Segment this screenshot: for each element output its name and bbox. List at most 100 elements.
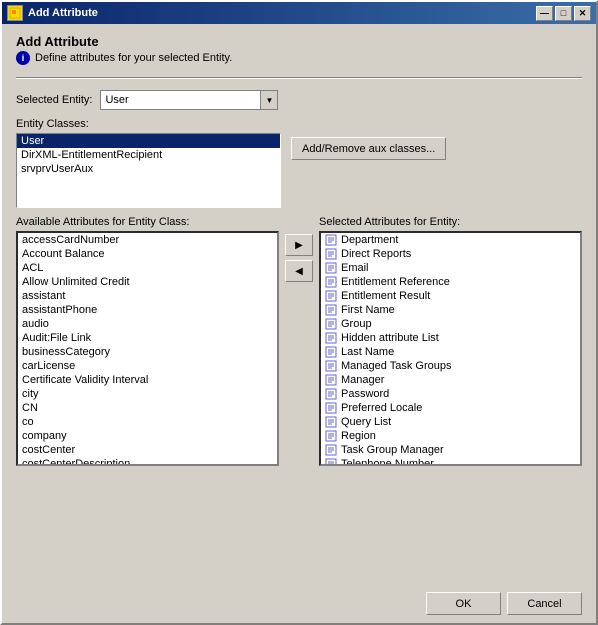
entity-select-container: ▼ [100, 90, 278, 110]
ok-button[interactable]: OK [426, 592, 501, 615]
entity-classes-section: Entity Classes: UserDirXML-EntitlementRe… [16, 118, 582, 208]
maximize-button[interactable]: □ [555, 6, 572, 21]
available-attribute-item[interactable]: businessCategory [18, 345, 277, 359]
attribute-icon [325, 318, 337, 330]
selected-attribute-label: Manager [341, 374, 384, 386]
available-attribute-item[interactable]: co [18, 415, 277, 429]
selected-attribute-item[interactable]: Password [321, 387, 580, 401]
description-text: Define attributes for your selected Enti… [35, 52, 232, 64]
selected-attribute-item[interactable]: Manager [321, 373, 580, 387]
selected-attribute-item[interactable]: Group [321, 317, 580, 331]
selected-attribute-item[interactable]: Managed Task Groups [321, 359, 580, 373]
selected-attribute-label: Task Group Manager [341, 444, 444, 456]
entity-class-item[interactable]: User [17, 134, 280, 148]
available-attribute-item[interactable]: Allow Unlimited Credit [18, 275, 277, 289]
selected-list-label: Selected Attributes for Entity: [319, 216, 582, 228]
lists-container: Available Attributes for Entity Class: a… [16, 216, 582, 574]
minimize-button[interactable]: — [536, 6, 553, 21]
title-bar-buttons: — □ ✕ [536, 6, 591, 21]
available-list[interactable]: accessCardNumberAccount BalanceACLAllow … [16, 231, 279, 466]
add-attribute-dialog: Add Attribute — □ ✕ Add Attribute i Defi… [0, 0, 598, 625]
selected-attribute-label: Entitlement Result [341, 290, 430, 302]
attribute-icon [325, 276, 337, 288]
selected-attribute-item[interactable]: Hidden attribute List [321, 331, 580, 345]
available-attribute-item[interactable]: company [18, 429, 277, 443]
move-right-button[interactable]: ▶ [285, 234, 313, 256]
selected-attribute-label: Password [341, 388, 389, 400]
selected-attribute-item[interactable]: Query List [321, 415, 580, 429]
selected-attribute-label: Preferred Locale [341, 402, 422, 414]
attribute-icon [325, 234, 337, 246]
selected-attribute-item[interactable]: Last Name [321, 345, 580, 359]
title-bar-left: Add Attribute [7, 5, 98, 21]
attribute-icon [325, 332, 337, 344]
available-attribute-item[interactable]: Certificate Validity Interval [18, 373, 277, 387]
attribute-icon [325, 304, 337, 316]
selected-attribute-item[interactable]: First Name [321, 303, 580, 317]
selected-attribute-label: First Name [341, 304, 395, 316]
selected-list-section: Selected Attributes for Entity: Departme… [319, 216, 582, 466]
attribute-icon [325, 262, 337, 274]
entity-dropdown-button[interactable]: ▼ [260, 90, 278, 110]
entity-classes-list[interactable]: UserDirXML-EntitlementRecipientsrvprvUse… [16, 133, 281, 208]
available-list-label: Available Attributes for Entity Class: [16, 216, 279, 228]
available-attribute-item[interactable]: CN [18, 401, 277, 415]
selected-attribute-label: Telephone Number [341, 458, 434, 466]
selected-attribute-label: Direct Reports [341, 248, 411, 260]
attribute-icon [325, 416, 337, 428]
title-bar: Add Attribute — □ ✕ [2, 2, 596, 24]
available-attribute-item[interactable]: Audit:File Link [18, 331, 277, 345]
available-attribute-item[interactable]: assistantPhone [18, 303, 277, 317]
selected-attribute-label: Department [341, 234, 398, 246]
selected-attribute-label: Managed Task Groups [341, 360, 451, 372]
entity-input[interactable] [100, 90, 260, 110]
selected-attribute-item[interactable]: Department [321, 233, 580, 247]
available-attribute-item[interactable]: assistant [18, 289, 277, 303]
selected-attribute-item[interactable]: Entitlement Reference [321, 275, 580, 289]
selected-list[interactable]: Department Direct Reports Email Entitlem… [319, 231, 582, 466]
available-attribute-item[interactable]: city [18, 387, 277, 401]
selected-attribute-item[interactable]: Task Group Manager [321, 443, 580, 457]
dialog-content: Add Attribute i Define attributes for yo… [2, 24, 596, 584]
selected-attribute-label: Entitlement Reference [341, 276, 450, 288]
attribute-icon [325, 346, 337, 358]
entity-class-item[interactable]: srvprvUserAux [17, 162, 280, 176]
selected-attribute-item[interactable]: Entitlement Result [321, 289, 580, 303]
entity-row: Selected Entity: ▼ [16, 90, 582, 110]
selected-attribute-label: Last Name [341, 346, 394, 358]
selected-attribute-item[interactable]: Region [321, 429, 580, 443]
available-attribute-item[interactable]: accessCardNumber [18, 233, 277, 247]
cancel-button[interactable]: Cancel [507, 592, 582, 615]
window-icon [7, 5, 23, 21]
available-attribute-item[interactable]: costCenter [18, 443, 277, 457]
available-attribute-item[interactable]: Account Balance [18, 247, 277, 261]
entity-class-item[interactable]: DirXML-EntitlementRecipient [17, 148, 280, 162]
attribute-icon [325, 444, 337, 456]
available-attribute-item[interactable]: costCenterDescription [18, 457, 277, 466]
available-attribute-item[interactable]: audio [18, 317, 277, 331]
selected-attribute-label: Email [341, 262, 369, 274]
section-header: Add Attribute i Define attributes for yo… [16, 34, 582, 65]
close-button[interactable]: ✕ [574, 6, 591, 21]
entity-classes-label: Entity Classes: [16, 118, 582, 130]
attribute-icon [325, 430, 337, 442]
available-attribute-item[interactable]: carLicense [18, 359, 277, 373]
dialog-footer: OK Cancel [2, 584, 596, 623]
add-remove-aux-button[interactable]: Add/Remove aux classes... [291, 137, 446, 160]
attribute-icon [325, 360, 337, 372]
selected-attribute-item[interactable]: Email [321, 261, 580, 275]
selected-attribute-label: Group [341, 318, 372, 330]
attribute-icon [325, 458, 337, 466]
divider-1 [16, 77, 582, 78]
move-left-button[interactable]: ◀ [285, 260, 313, 282]
available-attribute-item[interactable]: ACL [18, 261, 277, 275]
attribute-icon [325, 290, 337, 302]
info-icon: i [16, 51, 30, 65]
selected-attribute-item[interactable]: Preferred Locale [321, 401, 580, 415]
attribute-icon [325, 248, 337, 260]
selected-attribute-item[interactable]: Direct Reports [321, 247, 580, 261]
available-list-section: Available Attributes for Entity Class: a… [16, 216, 279, 466]
window-title: Add Attribute [28, 7, 98, 19]
entity-classes-row: UserDirXML-EntitlementRecipientsrvprvUse… [16, 133, 582, 208]
selected-attribute-item[interactable]: Telephone Number [321, 457, 580, 466]
